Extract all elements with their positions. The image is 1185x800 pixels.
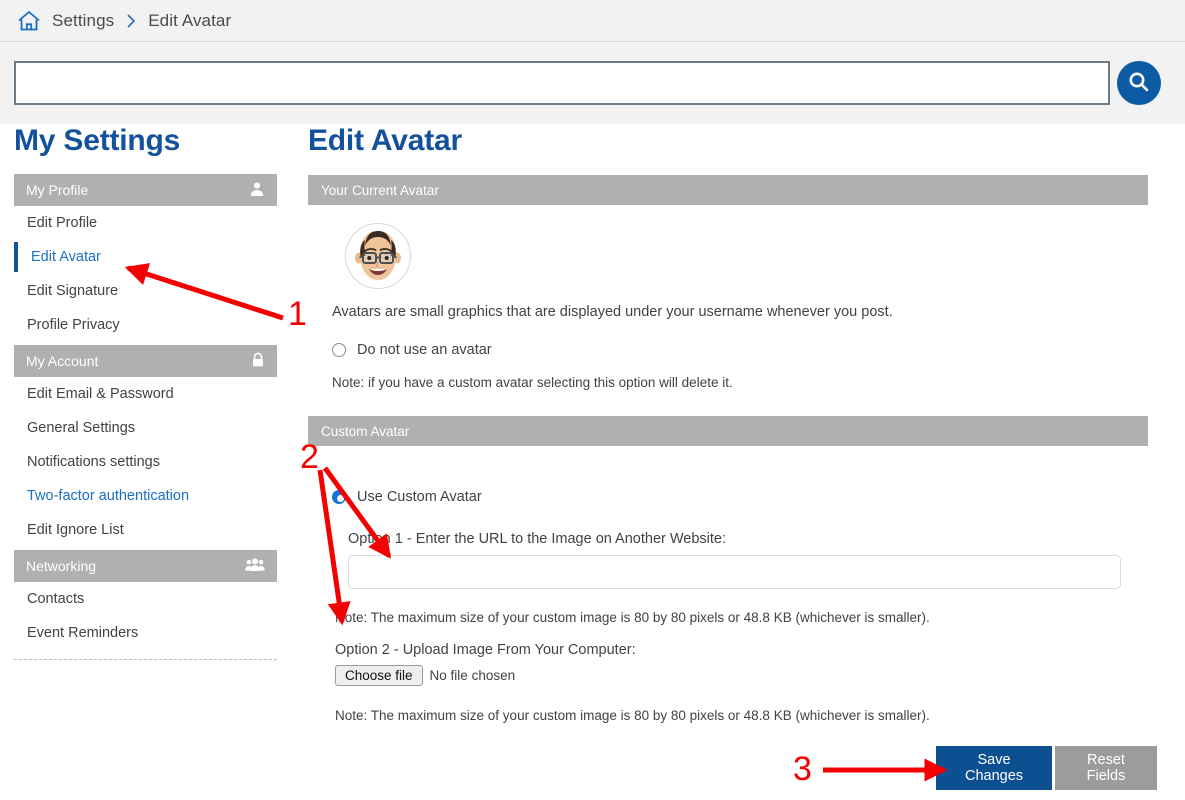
search-button[interactable] xyxy=(1117,61,1161,105)
sidebar-section-networking: Networking xyxy=(14,550,277,582)
sidebar-item-event-reminders[interactable]: Event Reminders xyxy=(0,616,292,650)
use-custom-avatar-radio[interactable] xyxy=(332,490,346,504)
option1-label: Option 1 - Enter the URL to the Image on… xyxy=(348,531,727,547)
no-avatar-radio[interactable] xyxy=(332,343,346,357)
sidebar-section-label: My Account xyxy=(26,353,99,369)
page-title: Edit Avatar xyxy=(308,124,462,157)
home-icon[interactable] xyxy=(16,9,42,33)
avatar-url-input[interactable] xyxy=(348,555,1121,589)
sidebar-section-my-account: My Account xyxy=(14,345,277,377)
breadcrumb-item-current: Edit Avatar xyxy=(148,10,232,30)
panel-header-current-avatar: Your Current Avatar xyxy=(308,175,1148,205)
avatar xyxy=(345,223,411,289)
annotation-marker-3: 3 xyxy=(793,750,812,788)
option2-label: Option 2 - Upload Image From Your Comput… xyxy=(335,642,636,658)
sidebar-item-edit-email-password[interactable]: Edit Email & Password xyxy=(0,377,292,411)
form-actions: Save Changes Reset Fields xyxy=(936,746,1157,790)
choose-file-button[interactable]: Choose file xyxy=(335,665,423,686)
option1-note: Note: The maximum size of your custom im… xyxy=(335,610,930,625)
sidebar-item-edit-ignore-list[interactable]: Edit Ignore List xyxy=(0,513,292,547)
option2-note: Note: The maximum size of your custom im… xyxy=(335,708,930,723)
breadcrumb-item-settings[interactable]: Settings xyxy=(52,11,114,31)
main-content: Edit Avatar Your Current Avatar Avatars … xyxy=(308,124,1168,723)
save-changes-button[interactable]: Save Changes xyxy=(936,746,1052,790)
sidebar-item-general-settings[interactable]: General Settings xyxy=(0,411,292,445)
reset-fields-button[interactable]: Reset Fields xyxy=(1055,746,1157,790)
no-avatar-radio-label: Do not use an avatar xyxy=(357,342,492,358)
sidebar-divider xyxy=(14,659,277,660)
sidebar-item-two-factor-authentication[interactable]: Two-factor authentication xyxy=(0,479,292,513)
panel-body-current-avatar: Avatars are small graphics that are disp… xyxy=(308,205,1168,390)
no-avatar-radio-row[interactable]: Do not use an avatar xyxy=(332,342,1168,358)
file-status-text: No file chosen xyxy=(429,668,516,683)
use-custom-avatar-radio-label: Use Custom Avatar xyxy=(357,489,482,505)
search-icon xyxy=(1126,69,1152,98)
user-icon xyxy=(249,181,265,200)
panel-body-custom-avatar: Use Custom Avatar Option 1 - Enter the U… xyxy=(308,446,1168,723)
breadcrumb: Settings Edit Avatar xyxy=(0,0,1185,42)
use-custom-avatar-radio-row[interactable]: Use Custom Avatar xyxy=(332,489,1168,505)
avatar-description: Avatars are small graphics that are disp… xyxy=(332,304,893,320)
sidebar-nav-my-profile: Edit Profile Edit Avatar Edit Signature … xyxy=(0,206,292,342)
sidebar-nav-my-account: Edit Email & Password General Settings N… xyxy=(0,377,292,547)
chevron-right-icon xyxy=(124,13,138,29)
group-icon xyxy=(245,557,265,575)
no-avatar-note: Note: if you have a custom avatar select… xyxy=(332,375,733,390)
sidebar-item-edit-avatar[interactable]: Edit Avatar xyxy=(0,240,292,274)
file-upload-row: Choose file No file chosen xyxy=(335,665,1168,686)
page-root: Settings Edit Avatar My Settings My Prof… xyxy=(0,0,1185,800)
sidebar-item-contacts[interactable]: Contacts xyxy=(0,582,292,616)
sidebar-section-label: Networking xyxy=(26,558,97,574)
sidebar-nav-networking: Contacts Event Reminders xyxy=(0,582,292,650)
panel-header-custom-avatar: Custom Avatar xyxy=(308,416,1148,446)
lock-icon xyxy=(251,352,265,371)
sidebar-item-edit-profile[interactable]: Edit Profile xyxy=(0,206,292,240)
sidebar: My Settings My Profile Edit Profile Edit… xyxy=(0,124,292,660)
sidebar-item-notifications-settings[interactable]: Notifications settings xyxy=(0,445,292,479)
sidebar-section-label: My Profile xyxy=(26,182,89,198)
sidebar-title: My Settings xyxy=(14,124,181,157)
search-bar xyxy=(0,42,1185,124)
sidebar-section-my-profile: My Profile xyxy=(14,174,277,206)
sidebar-item-profile-privacy[interactable]: Profile Privacy xyxy=(0,308,292,342)
sidebar-item-edit-signature[interactable]: Edit Signature xyxy=(0,274,292,308)
search-input[interactable] xyxy=(14,61,1110,105)
